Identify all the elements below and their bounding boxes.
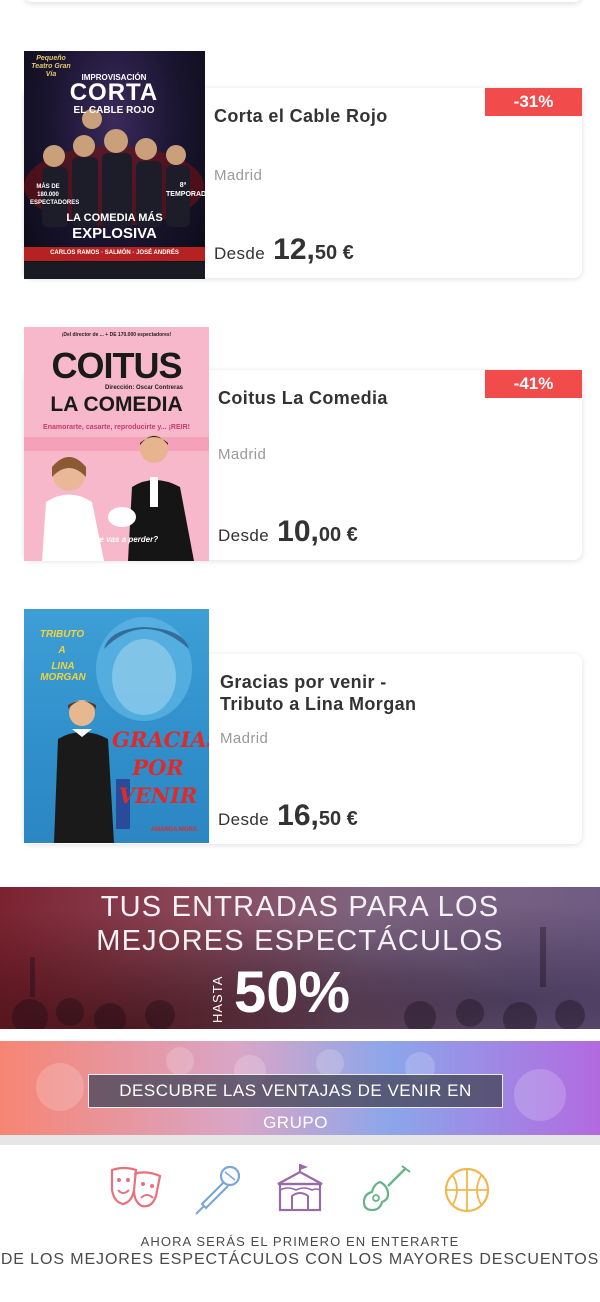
microphone-icon[interactable] bbox=[192, 1160, 248, 1216]
guitar-icon[interactable] bbox=[358, 1160, 414, 1216]
price-from-label: Desde bbox=[218, 810, 270, 829]
circus-tent-icon[interactable] bbox=[272, 1160, 328, 1216]
promo-percentage: 50% bbox=[234, 960, 351, 1025]
poster-line2: CORTA bbox=[69, 79, 159, 106]
event-city: Madrid bbox=[214, 167, 263, 184]
event-card-coitus-la-comedia[interactable]: ¡Del director de ... + DE 170.000 espect… bbox=[24, 327, 582, 561]
event-poster[interactable]: ¡Del director de ... + DE 170.000 espect… bbox=[24, 327, 209, 561]
promo-line1: TUS ENTRADAS PARA LOS bbox=[100, 891, 500, 923]
poster-line1: COITUS bbox=[51, 345, 182, 386]
price-integer: 12, bbox=[273, 233, 315, 266]
price-decimal: 50 € bbox=[318, 808, 358, 830]
category-icons bbox=[0, 1160, 600, 1220]
event-price: Desde 16,50 € bbox=[218, 799, 358, 833]
price-from-label: Desde bbox=[214, 244, 266, 263]
theater-masks-icon[interactable] bbox=[108, 1160, 164, 1216]
price-decimal: 50 € bbox=[314, 242, 354, 264]
previous-event-card-edge bbox=[24, 0, 582, 2]
divider-strip bbox=[0, 1135, 600, 1145]
poster-title2: POR bbox=[132, 755, 184, 780]
poster-tag2: EXPLOSIVA bbox=[72, 225, 157, 242]
discount-badge: -41% bbox=[485, 370, 582, 398]
event-city: Madrid bbox=[218, 446, 267, 463]
poster-line2: A bbox=[58, 645, 66, 656]
promo-banner-discount[interactable]: TUS ENTRADAS PARA LOS MEJORES ESPECTÁCUL… bbox=[0, 887, 600, 1029]
event-title[interactable]: Coitus La Comedia bbox=[218, 387, 478, 409]
event-card-gracias-por-venir[interactable]: TRIBUTO A LINA MORGAN GRACIAS POR VENIR … bbox=[24, 609, 582, 844]
event-price: Desde 10,00 € bbox=[218, 515, 358, 549]
event-card-corta-el-cable-rojo[interactable]: Pequeño Teatro Gran Vía IMPROVISACIÓN CO… bbox=[24, 51, 582, 279]
footer-line2: DE LOS MEJORES ESPECTÁCULOS CON LOS MAYO… bbox=[0, 1251, 600, 1268]
footer-line1: AHORA SERÁS EL PRIMERO EN ENTERARTE bbox=[140, 1234, 460, 1249]
price-decimal: 00 € bbox=[318, 524, 358, 546]
poster-season: 8ª TEMPORADA bbox=[166, 182, 205, 198]
event-title-line1: Gracias por venir - bbox=[220, 672, 387, 692]
group-banner[interactable]: DESCUBRE LAS VENTAJAS DE VENIR EN GRUPO bbox=[0, 1041, 600, 1135]
poster-cast: CARLOS RAMOS · SALMÓN · JOSÉ ANDRÉS bbox=[50, 250, 179, 256]
event-title[interactable]: Corta el Cable Rojo bbox=[214, 105, 474, 127]
price-integer: 10, bbox=[277, 515, 319, 548]
event-price: Desde 12,50 € bbox=[214, 233, 354, 267]
promo-line2: MEJORES ESPECTÁCULOS bbox=[96, 925, 504, 957]
event-poster[interactable]: Pequeño Teatro Gran Vía IMPROVISACIÓN CO… bbox=[24, 51, 205, 279]
poster-top: ¡Del director de ... + DE 170.000 espect… bbox=[61, 332, 172, 338]
poster-line3: EL CABLE ROJO bbox=[73, 105, 155, 116]
event-poster[interactable]: TRIBUTO A LINA MORGAN GRACIAS POR VENIR … bbox=[24, 609, 209, 843]
promo-hasta: HASTA bbox=[210, 975, 225, 1023]
group-advantages-button[interactable]: DESCUBRE LAS VENTAJAS DE VENIR EN GRUPO bbox=[88, 1074, 503, 1132]
poster-actress: AMANDA MORA bbox=[150, 827, 198, 833]
poster-line3: LINA MORGAN bbox=[40, 661, 86, 683]
poster-tag1: LA COMEDIA MÁS bbox=[66, 212, 163, 224]
discount-badge: -31% bbox=[485, 88, 582, 116]
poster-line1: TRIBUTO bbox=[39, 629, 85, 640]
poster-title3: VENIR bbox=[118, 783, 198, 808]
poster-title1: GRACIAS bbox=[112, 727, 209, 752]
poster-line2: LA COMEDIA bbox=[50, 393, 183, 416]
price-integer: 16, bbox=[277, 799, 319, 832]
price-from-label: Desde bbox=[218, 526, 270, 545]
poster-director: Dirección: Oscar Contreras bbox=[104, 385, 184, 391]
event-title-line2: Tributo a Lina Morgan bbox=[220, 694, 417, 714]
poster-stat: MÁS DE 180.000 ESPECTADORES bbox=[30, 184, 80, 206]
poster-question: ¿Tú te vas a perder? bbox=[79, 535, 159, 544]
event-title[interactable]: Gracias por venir - Tributo a Lina Morga… bbox=[220, 671, 520, 715]
event-city: Madrid bbox=[220, 730, 269, 747]
basketball-icon[interactable] bbox=[440, 1160, 496, 1216]
poster-tagline: Enamorarte, casarte, reproducirte y... ¡… bbox=[43, 424, 190, 431]
